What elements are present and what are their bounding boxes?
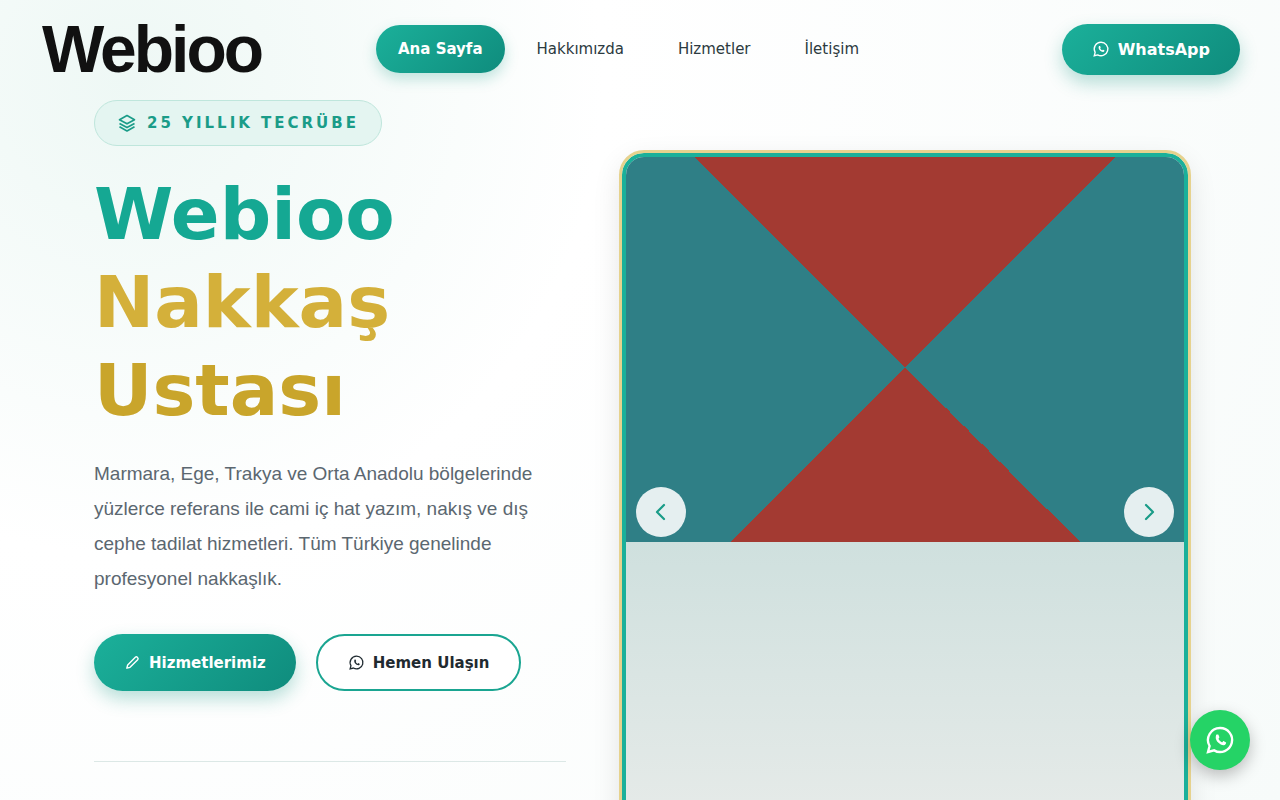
chevron-left-icon bbox=[649, 500, 673, 524]
site-header: Webioo Ana SayfaHakkımızdaHizmetlerİletiş… bbox=[0, 0, 1280, 98]
nav-item[interactable]: Ana Sayfa bbox=[376, 25, 505, 73]
hero-photo bbox=[626, 157, 1184, 800]
nav-item[interactable]: Hizmetler bbox=[656, 25, 773, 73]
contact-button[interactable]: Hemen Ulaşın bbox=[316, 634, 522, 691]
title-line: Webioo bbox=[94, 170, 566, 258]
chevron-right-icon bbox=[1137, 500, 1161, 524]
title-line: Ustası bbox=[94, 346, 566, 434]
whatsapp-button[interactable]: WhatsApp bbox=[1062, 24, 1240, 75]
page: Webioo Ana SayfaHakkımızdaHizmetlerİletiş… bbox=[0, 0, 1280, 800]
experience-badge: 25 YILLIK TECRÜBE bbox=[94, 100, 382, 146]
nav-item[interactable]: Hakkımızda bbox=[515, 25, 646, 73]
services-button[interactable]: Hizmetlerimiz bbox=[94, 634, 296, 691]
whatsapp-icon bbox=[348, 654, 365, 671]
logo[interactable]: Webioo bbox=[42, 16, 352, 82]
image-slider bbox=[622, 153, 1188, 800]
whatsapp-icon bbox=[1092, 40, 1110, 58]
nav-item[interactable]: İletişim bbox=[783, 25, 881, 73]
next-button[interactable] bbox=[1124, 487, 1174, 537]
prev-button[interactable] bbox=[636, 487, 686, 537]
hero-description: Marmara, Ege, Trakya ve Orta Anadolu böl… bbox=[94, 456, 566, 596]
hero-title: WebiooNakkaşUstası bbox=[94, 170, 566, 434]
hero-actions: Hizmetlerimiz Hemen Ulaşın bbox=[94, 634, 566, 691]
hero: 25 YILLIK TECRÜBE WebiooNakkaşUstası Marma… bbox=[0, 98, 1280, 800]
pen-icon bbox=[124, 654, 141, 671]
divider bbox=[94, 761, 566, 762]
layers-icon bbox=[117, 113, 137, 133]
main-nav: Ana SayfaHakkımızdaHizmetlerİletişim bbox=[376, 25, 881, 73]
hero-media bbox=[622, 100, 1188, 800]
hero-content: 25 YILLIK TECRÜBE WebiooNakkaşUstası Marma… bbox=[94, 100, 566, 800]
whatsapp-icon bbox=[1204, 724, 1236, 756]
floating-whatsapp-button[interactable] bbox=[1190, 710, 1250, 770]
title-line: Nakkaş bbox=[94, 258, 566, 346]
